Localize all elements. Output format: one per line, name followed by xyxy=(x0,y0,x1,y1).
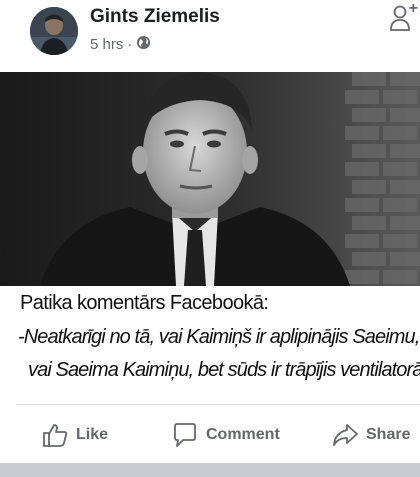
add-friend-icon[interactable]: + xyxy=(390,0,418,34)
post-meta: 5 hrs · xyxy=(90,35,151,54)
share-button[interactable]: Share xyxy=(332,419,410,451)
like-button[interactable]: Like xyxy=(42,419,108,451)
share-label: Share xyxy=(366,426,411,443)
globe-icon xyxy=(136,35,151,54)
post-header: Gints Ziemelis 5 hrs · + xyxy=(0,0,420,70)
author-avatar[interactable] xyxy=(30,7,78,55)
thumbs-up-icon xyxy=(42,422,68,448)
post-photo[interactable] xyxy=(0,72,420,286)
post-caption: Patika komentārs Facebookā: -Neatkarīgi … xyxy=(16,292,420,404)
like-label: Like xyxy=(76,426,109,443)
caption-line-2: -Neatkarīgi no tā, vai Kaimiņš ir aplipi… xyxy=(18,326,420,348)
comment-icon xyxy=(172,422,198,448)
caption-line-3: vai Saeima Kaimiņu, bet sūds ir trāpījis… xyxy=(28,359,420,381)
author-name[interactable]: Gints Ziemelis xyxy=(90,6,220,28)
post-actions: Like Comment Share xyxy=(0,405,420,463)
meta-separator: · xyxy=(127,36,133,53)
feed-separator xyxy=(0,463,420,477)
add-friend-plus: + xyxy=(408,0,418,17)
post-time[interactable]: 5 hrs xyxy=(90,36,123,53)
caption-line-1: Patika komentārs Facebookā: xyxy=(20,292,269,314)
share-icon xyxy=(332,422,358,448)
comment-label: Comment xyxy=(206,426,280,443)
comment-button[interactable]: Comment xyxy=(172,419,280,451)
